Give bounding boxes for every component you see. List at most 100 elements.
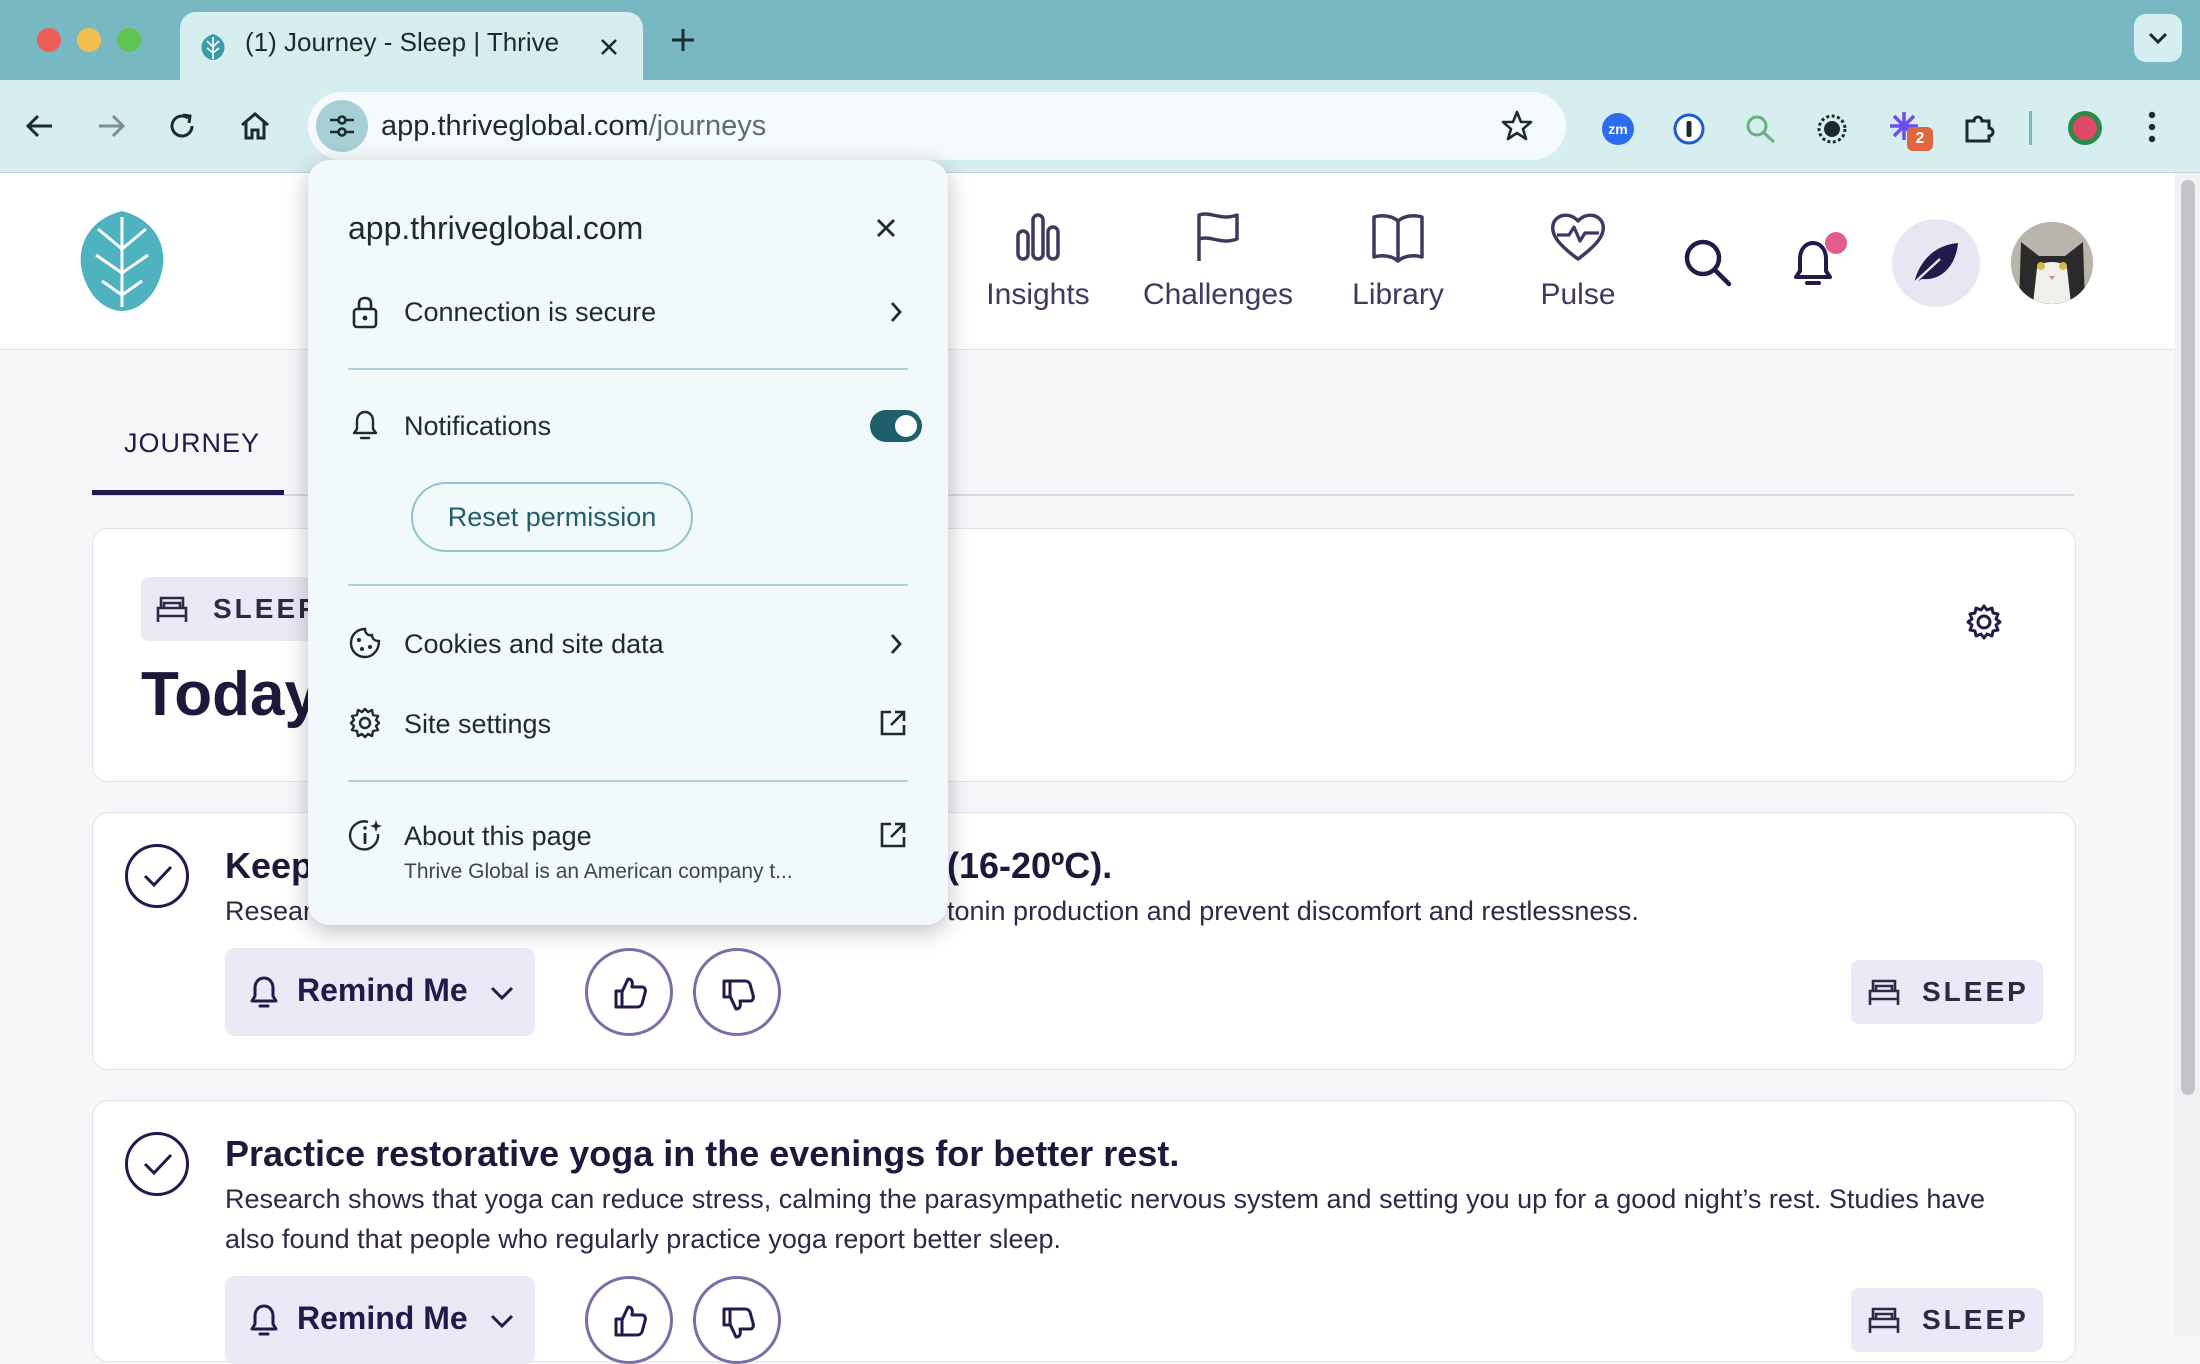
gear-icon[interactable]: [1965, 603, 2003, 641]
bell-icon: [352, 410, 378, 440]
chevron-down-icon: [2148, 32, 2168, 45]
remind-me-button[interactable]: Remind Me: [225, 1276, 535, 1364]
sleep-tag-label: SLEEP: [1922, 1304, 2029, 1335]
minimize-window-button[interactable]: [77, 28, 101, 52]
user-avatar[interactable]: [2011, 222, 2093, 304]
tab-strip: (1) Journey - Sleep | Thrive: [0, 0, 2200, 80]
search-icon[interactable]: [1682, 237, 1734, 289]
info-sparkle-icon: [348, 820, 382, 851]
lock-icon: [352, 296, 378, 329]
nav-insights[interactable]: Insights: [948, 209, 1128, 312]
search-extension-icon[interactable]: [1744, 113, 1778, 145]
remind-me-button[interactable]: Remind Me: [225, 948, 535, 1036]
nav-pulse[interactable]: Pulse: [1488, 209, 1668, 312]
notifications-button[interactable]: [1788, 232, 1847, 295]
cat-avatar-icon: [2011, 222, 2093, 304]
heart-pulse-icon: [1550, 213, 1606, 261]
notifications-label: Notifications: [404, 411, 552, 441]
tune-icon: [330, 115, 354, 137]
zoom-extension-icon[interactable]: zm: [1602, 113, 1634, 145]
notification-dot: [1825, 232, 1847, 254]
checkmark-icon: [143, 865, 173, 888]
new-tab-icon[interactable]: [669, 26, 697, 54]
remind-me-label: Remind Me: [297, 1300, 468, 1336]
password-manager-extension-icon[interactable]: [1673, 113, 1705, 145]
bell-icon: [250, 976, 278, 1008]
profile-avatar-icon[interactable]: [2066, 109, 2104, 147]
bookmark-star-icon[interactable]: [1500, 109, 1534, 143]
chevron-down-icon: [490, 1314, 514, 1329]
more-menu-icon[interactable]: [2143, 109, 2161, 145]
chevron-down-icon: [490, 986, 514, 1001]
cookies-label: Cookies and site data: [404, 629, 664, 659]
site-settings-label: Site settings: [404, 709, 552, 739]
nav-label: Library: [1352, 278, 1444, 311]
url-text: app.thriveglobal.com/journeys: [381, 110, 766, 143]
url-path: /journeys: [648, 110, 767, 142]
external-link-icon: [880, 822, 906, 848]
toggle-knob: [895, 415, 917, 437]
thumbs-up-button[interactable]: [585, 948, 673, 1036]
popup-divider: [348, 780, 908, 782]
back-icon[interactable]: [24, 110, 56, 142]
tab-journey-label: JOURNEY: [124, 428, 261, 458]
tab-title: (1) Journey - Sleep | Thrive: [245, 27, 560, 57]
bell-icon: [250, 1304, 278, 1336]
today-heading: Today: [141, 660, 319, 729]
close-window-button[interactable]: [37, 28, 61, 52]
forward-icon[interactable]: [95, 110, 127, 142]
close-icon[interactable]: [874, 216, 898, 240]
address-bar[interactable]: app.thriveglobal.com/journeys: [308, 92, 1566, 160]
bed-icon: [1868, 1307, 1900, 1333]
home-icon[interactable]: [238, 109, 272, 143]
active-tab-indicator: [92, 490, 284, 495]
about-description: Thrive Global is an American company t..…: [404, 860, 793, 883]
about-page-row[interactable]: About this page Thrive Global is an Amer…: [348, 806, 908, 892]
nav-challenges[interactable]: Challenges: [1128, 209, 1308, 312]
popup-host: app.thriveglobal.com: [348, 210, 644, 246]
leaf-icon: [1913, 243, 1958, 284]
thrive-logo[interactable]: [72, 209, 172, 313]
reload-icon[interactable]: [166, 110, 198, 142]
tip-title-end: (16-20ºC).: [947, 845, 1113, 886]
browser-tab[interactable]: (1) Journey - Sleep | Thrive: [180, 12, 643, 80]
sleep-tag: SLEEP: [1851, 1288, 2043, 1352]
bar-chart-icon: [1016, 213, 1060, 261]
thumbs-down-button[interactable]: [693, 948, 781, 1036]
popup-divider: [348, 368, 908, 370]
external-link-icon: [880, 710, 906, 736]
cookies-row[interactable]: Cookies and site data: [348, 614, 908, 674]
thumbs-up-button[interactable]: [585, 1276, 673, 1364]
connection-row[interactable]: Connection is secure: [348, 282, 908, 342]
journey-button[interactable]: [1892, 219, 1980, 307]
sleep-tag: SLEEP: [1851, 960, 2043, 1024]
thrive-favicon-icon: [201, 34, 225, 60]
tab-search-button[interactable]: [2134, 14, 2182, 62]
bed-icon: [156, 596, 188, 622]
maximize-window-button[interactable]: [117, 28, 141, 52]
complete-checkbox[interactable]: [125, 1132, 189, 1196]
site-info-button[interactable]: [316, 100, 368, 152]
toolbar-divider: [2029, 111, 2032, 145]
connection-label: Connection is secure: [404, 297, 657, 327]
site-info-popup: app.thriveglobal.com Connection is secur…: [308, 160, 948, 925]
close-tab-icon[interactable]: [598, 36, 620, 58]
ai-extension-button[interactable]: 2: [1887, 109, 1933, 151]
gear-icon: [349, 707, 381, 739]
complete-checkbox[interactable]: [125, 844, 189, 908]
sun-extension-icon[interactable]: [1816, 113, 1848, 145]
tip-title: Keep: [225, 845, 314, 886]
site-settings-row[interactable]: Site settings: [348, 694, 908, 754]
reset-permission-label: Reset permission: [447, 502, 657, 532]
extensions-puzzle-icon[interactable]: [1961, 111, 1995, 145]
notifications-row: Notifications: [348, 396, 922, 456]
nav-library[interactable]: Library: [1308, 209, 1488, 312]
thumbs-down-button[interactable]: [693, 1276, 781, 1364]
book-icon: [1372, 214, 1424, 263]
notifications-toggle[interactable]: [870, 410, 922, 442]
tab-journey[interactable]: JOURNEY: [92, 428, 284, 496]
popup-divider: [348, 584, 908, 586]
flag-icon: [1197, 212, 1239, 261]
reset-permission-button[interactable]: Reset permission: [411, 482, 693, 552]
scrollbar-thumb[interactable]: [2181, 180, 2195, 1095]
